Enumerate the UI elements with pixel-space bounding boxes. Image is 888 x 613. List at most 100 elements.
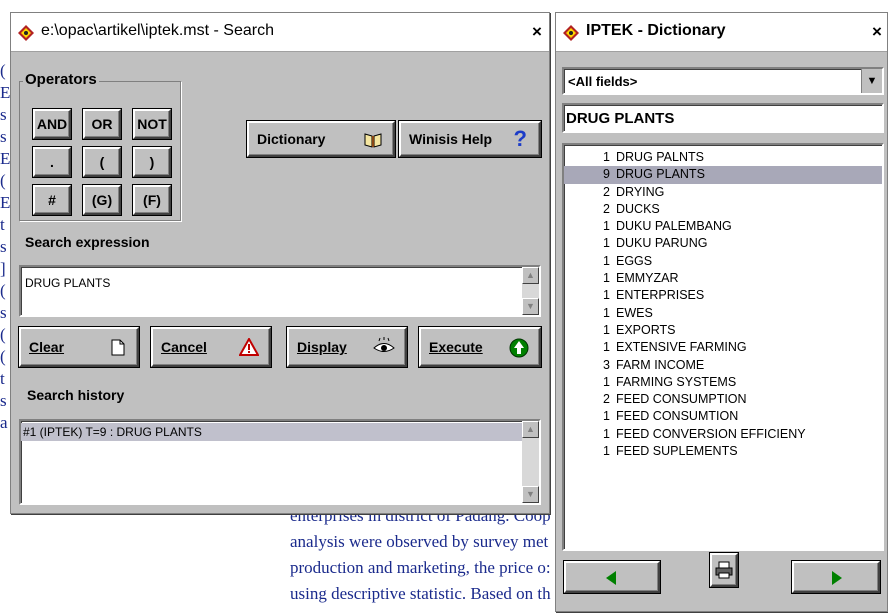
term-list-item[interactable]: 1 FEED CONSUMTION [564, 408, 882, 425]
term-list-item[interactable]: 1 EGGS [564, 253, 882, 270]
scroll-up-icon[interactable]: ▲ [522, 421, 539, 438]
history-item[interactable]: #1 (IPTEK) T=9 : DRUG PLANTS [21, 423, 522, 441]
dictionary-window: IPTEK - Dictionary × <All fields> ▼ DRUG… [555, 12, 888, 612]
term-text: DUKU PARUNG [616, 236, 708, 251]
term-text: FEED CONVERSION EFFICIENY [616, 426, 806, 441]
search-history-list[interactable]: #1 (IPTEK) T=9 : DRUG PLANTS ▲ ▼ [19, 419, 541, 505]
field-select-value: <All fields> [568, 74, 638, 89]
operator-not-button[interactable]: NOT [132, 108, 172, 140]
close-icon[interactable]: × [529, 23, 545, 41]
term-count: 1 [603, 236, 610, 251]
app-icon [18, 25, 34, 41]
term-text: DRYING [616, 184, 665, 199]
eye-icon [373, 337, 395, 352]
term-text: EXTENSIVE FARMING [616, 340, 747, 355]
term-list-item[interactable]: 1 DUKU PALEMBANG [564, 218, 882, 235]
term-text: EMMYZAR [616, 271, 679, 286]
search-expression-value: DRUG PLANTS [25, 276, 111, 290]
winisis-help-button[interactable]: Winisis Help ? [398, 120, 542, 158]
term-list-item[interactable]: 1 EWES [564, 305, 882, 322]
term-count: 2 [603, 201, 610, 216]
operator-close-paren-button[interactable]: ) [132, 146, 172, 178]
dictionary-window-title: IPTEK - Dictionary [586, 22, 726, 39]
operator-f-button[interactable]: (F) [132, 184, 172, 216]
term-text: ENTERPRISES [616, 288, 705, 303]
term-list-item[interactable]: 1 FEED CONVERSION EFFICIENY [564, 426, 882, 443]
chevron-down-icon[interactable]: ▼ [861, 69, 882, 93]
search-expression-scrollbar[interactable]: ▲ ▼ [522, 267, 539, 315]
term-list-item[interactable]: 1 EXPORTS [564, 322, 882, 339]
scroll-down-icon[interactable]: ▼ [522, 298, 539, 315]
cancel-button[interactable]: Cancel [150, 326, 272, 368]
printer-icon [715, 561, 733, 579]
execute-button[interactable]: Execute [418, 326, 542, 368]
book-icon [364, 133, 382, 148]
scroll-up-icon[interactable]: ▲ [522, 267, 539, 284]
term-list-item[interactable]: 1 FEED SUPLEMENTS [564, 443, 882, 460]
term-list-items: 1 DRUG PALNTS 9 DRUG PLANTS 2 DRYING 2 DUCKS 1 DU… [564, 149, 882, 460]
dictionary-window-titlebar: IPTEK - Dictionary × [556, 13, 887, 52]
term-list-item[interactable]: 3 FARM INCOME [564, 357, 882, 374]
print-button[interactable] [709, 552, 739, 588]
next-button[interactable] [791, 560, 881, 594]
term-text: FEED CONSUMTION [616, 409, 739, 424]
operator-or-button[interactable]: OR [82, 108, 122, 140]
term-text: FARM INCOME [616, 357, 705, 372]
term-text: FEED CONSUMPTION [616, 392, 747, 407]
term-text: DRUG PALNTS [616, 150, 704, 164]
term-list-item[interactable]: 1 DUKU PARUNG [564, 235, 882, 252]
term-count: 1 [603, 288, 610, 303]
search-history-scrollbar[interactable]: ▲ ▼ [522, 421, 539, 503]
operators-label: Operators [23, 71, 99, 88]
doc-line: analysis were observed by survey met [290, 532, 549, 551]
previous-button[interactable] [563, 560, 661, 594]
operator-hash-button[interactable]: # [32, 184, 72, 216]
search-window-titlebar: e:\opac\artikel\iptek.mst - Search × [11, 13, 549, 52]
close-icon[interactable]: × [869, 23, 885, 41]
term-count: 1 [603, 340, 610, 355]
operator-dot-button[interactable]: . [32, 146, 72, 178]
search-window: e:\opac\artikel\iptek.mst - Search × Ope… [10, 12, 550, 514]
dictionary-button[interactable]: Dictionary [246, 120, 396, 158]
search-window-title: e:\opac\artikel\iptek.mst - Search [41, 22, 274, 39]
term-list-item[interactable]: 2 DUCKS [564, 201, 882, 218]
warning-triangle-icon [239, 338, 259, 356]
right-arrow-icon [832, 571, 842, 585]
clear-button[interactable]: Clear [18, 326, 140, 368]
term-list[interactable]: 1 DRUG PALNTS 9 DRUG PLANTS 2 DRYING 2 DUCKS 1 DU… [562, 143, 884, 551]
term-input[interactable]: DRUG PLANTS [562, 103, 884, 133]
term-list-item[interactable]: 1 EXTENSIVE FARMING [564, 339, 882, 356]
term-text: EWES [616, 305, 653, 320]
term-count: 1 [603, 409, 610, 424]
operator-g-button[interactable]: (G) [82, 184, 122, 216]
term-count: 1 [603, 426, 610, 441]
doc-line: using descriptive statistic. Based on th [290, 584, 551, 603]
term-count: 1 [603, 322, 610, 337]
term-list-item[interactable]: 2 FEED CONSUMPTION [564, 391, 882, 408]
search-expression-input[interactable]: DRUG PLANTS ▲ ▼ [19, 265, 541, 317]
term-text: DRUG PLANTS [616, 167, 705, 182]
term-list-item[interactable]: 9 DRUG PLANTS [564, 166, 882, 184]
term-list-item[interactable]: 1 DRUG PALNTS [564, 149, 882, 166]
term-count: 3 [603, 357, 610, 372]
term-text: FEED SUPLEMENTS [616, 444, 738, 459]
operator-open-paren-button[interactable]: ( [82, 146, 122, 178]
term-count: 1 [603, 374, 610, 389]
green-arrow-up-icon [509, 338, 529, 358]
scroll-down-icon[interactable]: ▼ [522, 486, 539, 503]
term-input-value: DRUG PLANTS [566, 110, 675, 127]
term-count: 1 [603, 150, 610, 164]
term-count: 1 [603, 219, 610, 234]
term-count: 1 [603, 444, 610, 459]
term-list-item[interactable]: 1 ENTERPRISES [564, 287, 882, 304]
field-select[interactable]: <All fields> ▼ [562, 67, 884, 95]
display-button[interactable]: Display [286, 326, 408, 368]
term-count: 2 [603, 184, 610, 199]
term-list-item[interactable]: 1 EMMYZAR [564, 270, 882, 287]
term-text: DUKU PALEMBANG [616, 219, 732, 234]
term-count: 2 [603, 392, 610, 407]
operator-and-button[interactable]: AND [32, 108, 72, 140]
term-text: EGGS [616, 253, 653, 268]
term-list-item[interactable]: 1 FARMING SYSTEMS [564, 374, 882, 391]
term-list-item[interactable]: 2 DRYING [564, 184, 882, 201]
